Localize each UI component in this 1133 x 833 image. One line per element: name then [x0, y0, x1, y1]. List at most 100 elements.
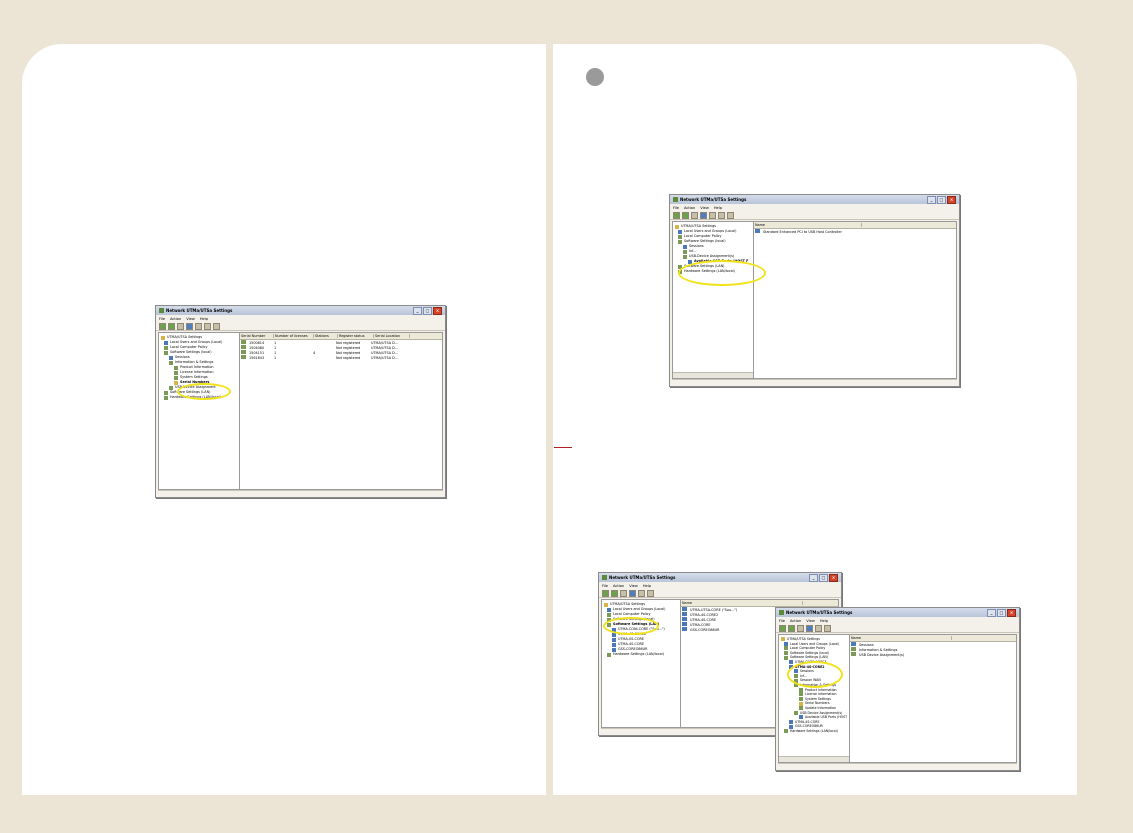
settings-icon	[784, 651, 788, 656]
help-icon[interactable]	[824, 624, 831, 632]
menu-help[interactable]: Help	[200, 317, 208, 321]
column-header[interactable]: Name	[754, 223, 862, 227]
close-icon[interactable]: ×	[1007, 608, 1016, 617]
highlight-ellipse	[787, 661, 843, 688]
menu-view[interactable]: View	[629, 584, 638, 588]
console-tree-icon[interactable]	[806, 624, 813, 632]
sessions-icon	[851, 642, 856, 646]
back-icon[interactable]	[602, 589, 609, 597]
server-icon	[682, 607, 687, 611]
tree-item[interactable]: Hardware Settings (LAN/local)	[604, 652, 678, 657]
column-header[interactable]: Serial Number	[240, 334, 274, 338]
server-icon	[612, 637, 616, 642]
menu-action[interactable]: Action	[790, 619, 801, 623]
minimize-icon[interactable]: _	[413, 306, 422, 315]
menu-view[interactable]: View	[806, 619, 815, 623]
menu-action[interactable]: Action	[684, 206, 695, 210]
export-icon[interactable]	[204, 322, 211, 330]
up-icon[interactable]	[691, 211, 698, 219]
minimize-icon[interactable]: _	[809, 573, 818, 582]
serial-row-icon	[241, 355, 246, 359]
menu-action[interactable]: Action	[170, 317, 181, 321]
serial-row-icon	[241, 350, 246, 354]
tree-item[interactable]: Hardware Settings (LAN/local)	[781, 729, 847, 734]
close-icon[interactable]: ×	[433, 306, 442, 315]
column-header[interactable]: Number of licenses	[274, 334, 314, 338]
usb-icon	[169, 385, 173, 390]
minimize-icon[interactable]: _	[927, 195, 936, 204]
menu-view[interactable]: View	[700, 206, 709, 210]
hardware-icon	[164, 395, 168, 400]
refresh-icon[interactable]	[815, 624, 822, 632]
column-header[interactable]: Serial Location	[374, 334, 410, 338]
highlight-ellipse	[177, 383, 231, 400]
menu-view[interactable]: View	[186, 317, 195, 321]
horizontal-scrollbar[interactable]	[673, 372, 753, 378]
minimize-icon[interactable]: _	[987, 608, 996, 617]
menu-action[interactable]: Action	[613, 584, 624, 588]
column-header[interactable]: Name	[681, 601, 803, 605]
lan-icon	[784, 655, 788, 660]
up-icon[interactable]	[177, 322, 184, 330]
status-bar	[672, 379, 957, 385]
menu-help[interactable]: Help	[714, 206, 722, 210]
console-tree-icon[interactable]	[700, 211, 707, 219]
console-tree-icon[interactable]	[186, 322, 193, 330]
info-icon	[169, 360, 173, 365]
refresh-icon[interactable]	[638, 589, 645, 597]
menu-file[interactable]: File	[779, 619, 785, 623]
help-icon[interactable]	[727, 211, 734, 219]
forward-icon[interactable]	[788, 624, 795, 632]
back-icon[interactable]	[779, 624, 786, 632]
horizontal-scrollbar[interactable]	[779, 756, 849, 762]
system-icon	[174, 375, 178, 380]
screenshot-serial-numbers: Network UTMa/UTSa Settings _ □ × File Ac…	[155, 305, 446, 498]
back-icon[interactable]	[673, 211, 680, 219]
console-tree-icon[interactable]	[629, 589, 636, 597]
menu-help[interactable]: Help	[643, 584, 651, 588]
info-icon	[683, 249, 687, 254]
menu-file[interactable]: File	[602, 584, 608, 588]
export-icon[interactable]	[718, 211, 725, 219]
menu-help[interactable]: Help	[820, 619, 828, 623]
server-icon	[682, 622, 687, 626]
toolbar	[156, 322, 445, 331]
settings-icon	[678, 239, 682, 244]
status-bar	[778, 763, 1017, 769]
menu-file[interactable]: File	[673, 206, 679, 210]
table-row[interactable]: Standard Enhanced PCI to USB Host Contro…	[754, 229, 956, 234]
help-icon[interactable]	[647, 589, 654, 597]
close-icon[interactable]: ×	[947, 195, 956, 204]
maximize-icon[interactable]: □	[937, 195, 946, 204]
forward-icon[interactable]	[682, 211, 689, 219]
column-header[interactable]: Name	[850, 636, 952, 640]
refresh-icon[interactable]	[709, 211, 716, 219]
detail-list: Name Standard Enhanced PCI to USB Host C…	[754, 222, 956, 378]
screenshot-usb-ports: Network UTMa/UTSa Settings _ □ × File Ac…	[669, 194, 960, 387]
folder-icon	[781, 637, 785, 642]
maximize-icon[interactable]: □	[997, 608, 1006, 617]
usb-controller-icon	[755, 229, 760, 233]
column-header[interactable]: Register status	[338, 334, 374, 338]
app-icon	[779, 610, 784, 615]
menu-file[interactable]: File	[159, 317, 165, 321]
help-icon[interactable]	[213, 322, 220, 330]
up-icon[interactable]	[620, 589, 627, 597]
policy-icon	[784, 646, 788, 651]
maximize-icon[interactable]: □	[423, 306, 432, 315]
menu-bar: File Action View Help	[670, 204, 959, 211]
sessions-icon	[683, 244, 687, 249]
back-icon[interactable]	[159, 322, 166, 330]
forward-icon[interactable]	[168, 322, 175, 330]
close-icon[interactable]: ×	[829, 573, 838, 582]
up-icon[interactable]	[797, 624, 804, 632]
refresh-icon[interactable]	[195, 322, 202, 330]
forward-icon[interactable]	[611, 589, 618, 597]
table-row[interactable]: 1561643 1 Not registered UTMA/UTSA D...	[240, 355, 442, 360]
users-icon	[784, 641, 788, 646]
column-header[interactable]: Stations	[314, 334, 338, 338]
console-tree: UTMA/UTSA Settings Local Users and Group…	[159, 333, 240, 489]
table-row[interactable]: USB Device Assignment(s)	[850, 652, 1016, 657]
maximize-icon[interactable]: □	[819, 573, 828, 582]
serial-row-icon	[241, 340, 246, 344]
